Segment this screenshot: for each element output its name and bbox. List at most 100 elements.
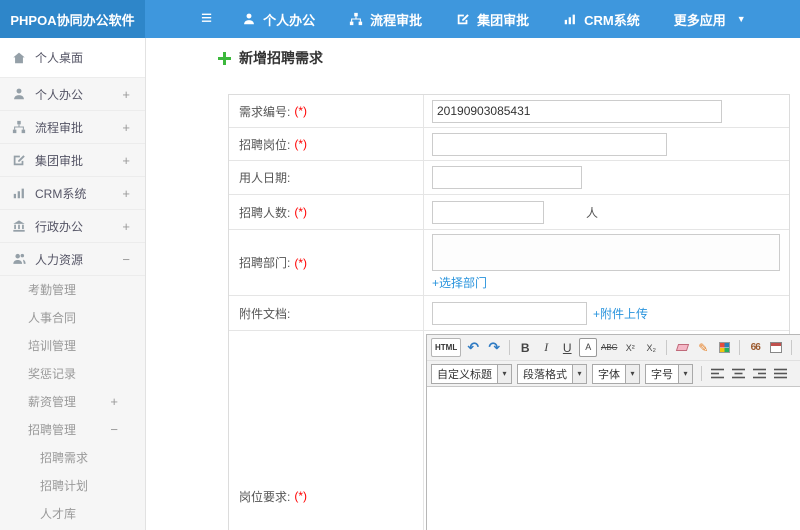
underline-button[interactable]: U <box>558 338 576 357</box>
sidebar-item-talent-pool[interactable]: 人才库 <box>0 500 145 528</box>
caret-down-icon: ▾ <box>572 364 586 383</box>
eraser-icon[interactable] <box>673 338 691 357</box>
toolbar-separator <box>739 340 741 355</box>
editor-toolbar-row1: HTML ↶ ↷ B I U A ABC X² X₂ ✎ 66 <box>427 335 800 361</box>
collapse-icon[interactable]: − <box>110 416 118 444</box>
chart-icon <box>563 12 577 26</box>
upload-attachment-link[interactable]: +附件上传 <box>593 305 648 322</box>
undo-icon[interactable]: ↶ <box>464 338 482 357</box>
sidebar-item-group-approval[interactable]: 集团审批 + <box>0 144 145 177</box>
required-mark: (*) <box>294 137 308 151</box>
hamburger-icon[interactable]: ≡ <box>201 0 212 38</box>
sidebar-label: 人力资源 <box>35 252 84 267</box>
expand-icon[interactable]: + <box>122 87 130 102</box>
toolbar-separator <box>666 340 668 355</box>
caret-down-icon: ▾ <box>497 364 511 383</box>
nav-group-approval[interactable]: 集团审批 <box>456 10 529 29</box>
label-text: 岗位要求: <box>239 489 291 504</box>
strikethrough-button[interactable]: ABC <box>600 338 618 357</box>
nav-workflow-approval[interactable]: 流程审批 <box>349 10 422 29</box>
format-brush-icon[interactable]: ✎ <box>694 338 712 357</box>
italic-button[interactable]: I <box>537 338 555 357</box>
page-title-row: 新增招聘需求 <box>218 48 800 68</box>
color-palette-icon[interactable] <box>715 338 733 357</box>
edit-icon <box>456 12 470 26</box>
person-icon <box>12 87 26 101</box>
select-department-link[interactable]: +选择部门 <box>432 274 487 291</box>
sidebar-item-workflow-approval[interactable]: 流程审批 + <box>0 111 145 144</box>
headcount-input[interactable] <box>432 200 544 224</box>
expand-icon[interactable]: + <box>122 120 130 135</box>
nav-personal-office[interactable]: 个人办公 <box>242 10 315 29</box>
sidebar-item-recruit-plan[interactable]: 招聘计划 <box>0 472 145 500</box>
editor-toolbar-row2: 自定义标题 ▾ 段落格式 ▾ 字体 ▾ 字号 ▾ <box>427 361 800 387</box>
sidebar-item-recruit-mgmt[interactable]: 招聘管理 − <box>0 416 145 444</box>
sidebar: 个人桌面 个人办公 + 流程审批 + 集团审批 + CRM系统 + 行政办公 + <box>0 38 146 530</box>
sidebar-item-desktop[interactable]: 个人桌面 <box>0 38 145 78</box>
sidebar-item-recruit-demand[interactable]: 招聘需求 <box>0 444 145 472</box>
bold-button[interactable]: B <box>516 338 534 357</box>
form-row-position: 招聘岗位: (*) <box>229 128 789 161</box>
sidebar-item-personal-office[interactable]: 个人办公 + <box>0 78 145 111</box>
font-size-select[interactable]: 字号 ▾ <box>645 363 693 384</box>
custom-heading-select[interactable]: 自定义标题 ▾ <box>431 363 512 384</box>
sidebar-item-attendance[interactable]: 考勤管理 <box>0 276 145 304</box>
headcount-unit: 人 <box>586 205 599 220</box>
redo-icon[interactable]: ↷ <box>485 338 503 357</box>
sidebar-label: 行政办公 <box>35 219 84 234</box>
nav-more-apps[interactable]: 更多应用 ▼ <box>674 10 746 29</box>
field-label: 用人日期: <box>229 161 424 194</box>
position-input[interactable] <box>432 132 667 156</box>
sidebar-label: 招聘计划 <box>40 479 89 493</box>
align-right-icon[interactable] <box>750 364 768 383</box>
field-label: 招聘部门: (*) <box>229 230 424 295</box>
font-family-select[interactable]: 字体 ▾ <box>592 363 640 384</box>
sidebar-item-training[interactable]: 培训管理 <box>0 332 145 360</box>
superscript-button[interactable]: X² <box>621 338 639 357</box>
building-icon <box>12 219 26 233</box>
field-label: 岗位要求: (*) <box>229 331 424 530</box>
table-icon[interactable] <box>767 338 785 357</box>
sidebar-label: CRM系统 <box>35 186 87 201</box>
sidebar-item-hr[interactable]: 人力资源 − <box>0 243 145 276</box>
sidebar-item-admin-office[interactable]: 行政办公 + <box>0 210 145 243</box>
subscript-button[interactable]: X₂ <box>642 338 660 357</box>
page-title: 新增招聘需求 <box>239 50 323 66</box>
blockquote-button[interactable]: 66 <box>746 338 764 357</box>
department-textarea[interactable] <box>432 234 780 271</box>
hire-date-input[interactable] <box>432 166 582 189</box>
home-icon <box>12 51 26 65</box>
top-nav: 个人办公 流程审批 集团审批 CRM系统 更多应用 ▼ <box>242 10 746 29</box>
align-center-icon[interactable] <box>729 364 747 383</box>
align-justify-icon[interactable] <box>771 364 789 383</box>
expand-icon[interactable]: + <box>122 153 130 168</box>
sidebar-item-salary[interactable]: 薪资管理 + <box>0 388 145 416</box>
select-label: 字号 <box>651 368 673 381</box>
required-mark: (*) <box>294 104 308 118</box>
sidebar-item-crm[interactable]: CRM系统 + <box>0 177 145 210</box>
collapse-icon[interactable]: − <box>122 252 130 267</box>
sidebar-item-rewards[interactable]: 奖惩记录 <box>0 360 145 388</box>
people-icon <box>12 252 26 266</box>
font-box-button[interactable]: A <box>579 338 598 357</box>
nav-crm-system[interactable]: CRM系统 <box>563 10 640 29</box>
nav-label: CRM系统 <box>584 12 640 28</box>
toolbar-separator <box>509 340 511 355</box>
form-row-headcount: 招聘人数: (*) 人 <box>229 195 789 230</box>
select-label: 自定义标题 <box>437 368 492 381</box>
html-mode-button[interactable]: HTML <box>431 338 462 357</box>
editor-content-area[interactable] <box>427 387 800 530</box>
label-text: 招聘岗位: <box>239 137 291 152</box>
expand-icon[interactable]: + <box>110 388 118 416</box>
paragraph-format-select[interactable]: 段落格式 ▾ <box>517 363 587 384</box>
sidebar-item-hr-contract[interactable]: 人事合同 <box>0 304 145 332</box>
align-left-icon[interactable] <box>708 364 726 383</box>
expand-icon[interactable]: + <box>122 186 130 201</box>
required-mark: (*) <box>294 205 308 219</box>
expand-icon[interactable]: + <box>122 219 130 234</box>
toolbar-separator <box>791 340 793 355</box>
select-label: 段落格式 <box>523 368 567 381</box>
demand-no-input[interactable] <box>432 99 722 123</box>
attachment-input[interactable] <box>432 301 587 325</box>
toolbar-separator <box>701 366 702 381</box>
